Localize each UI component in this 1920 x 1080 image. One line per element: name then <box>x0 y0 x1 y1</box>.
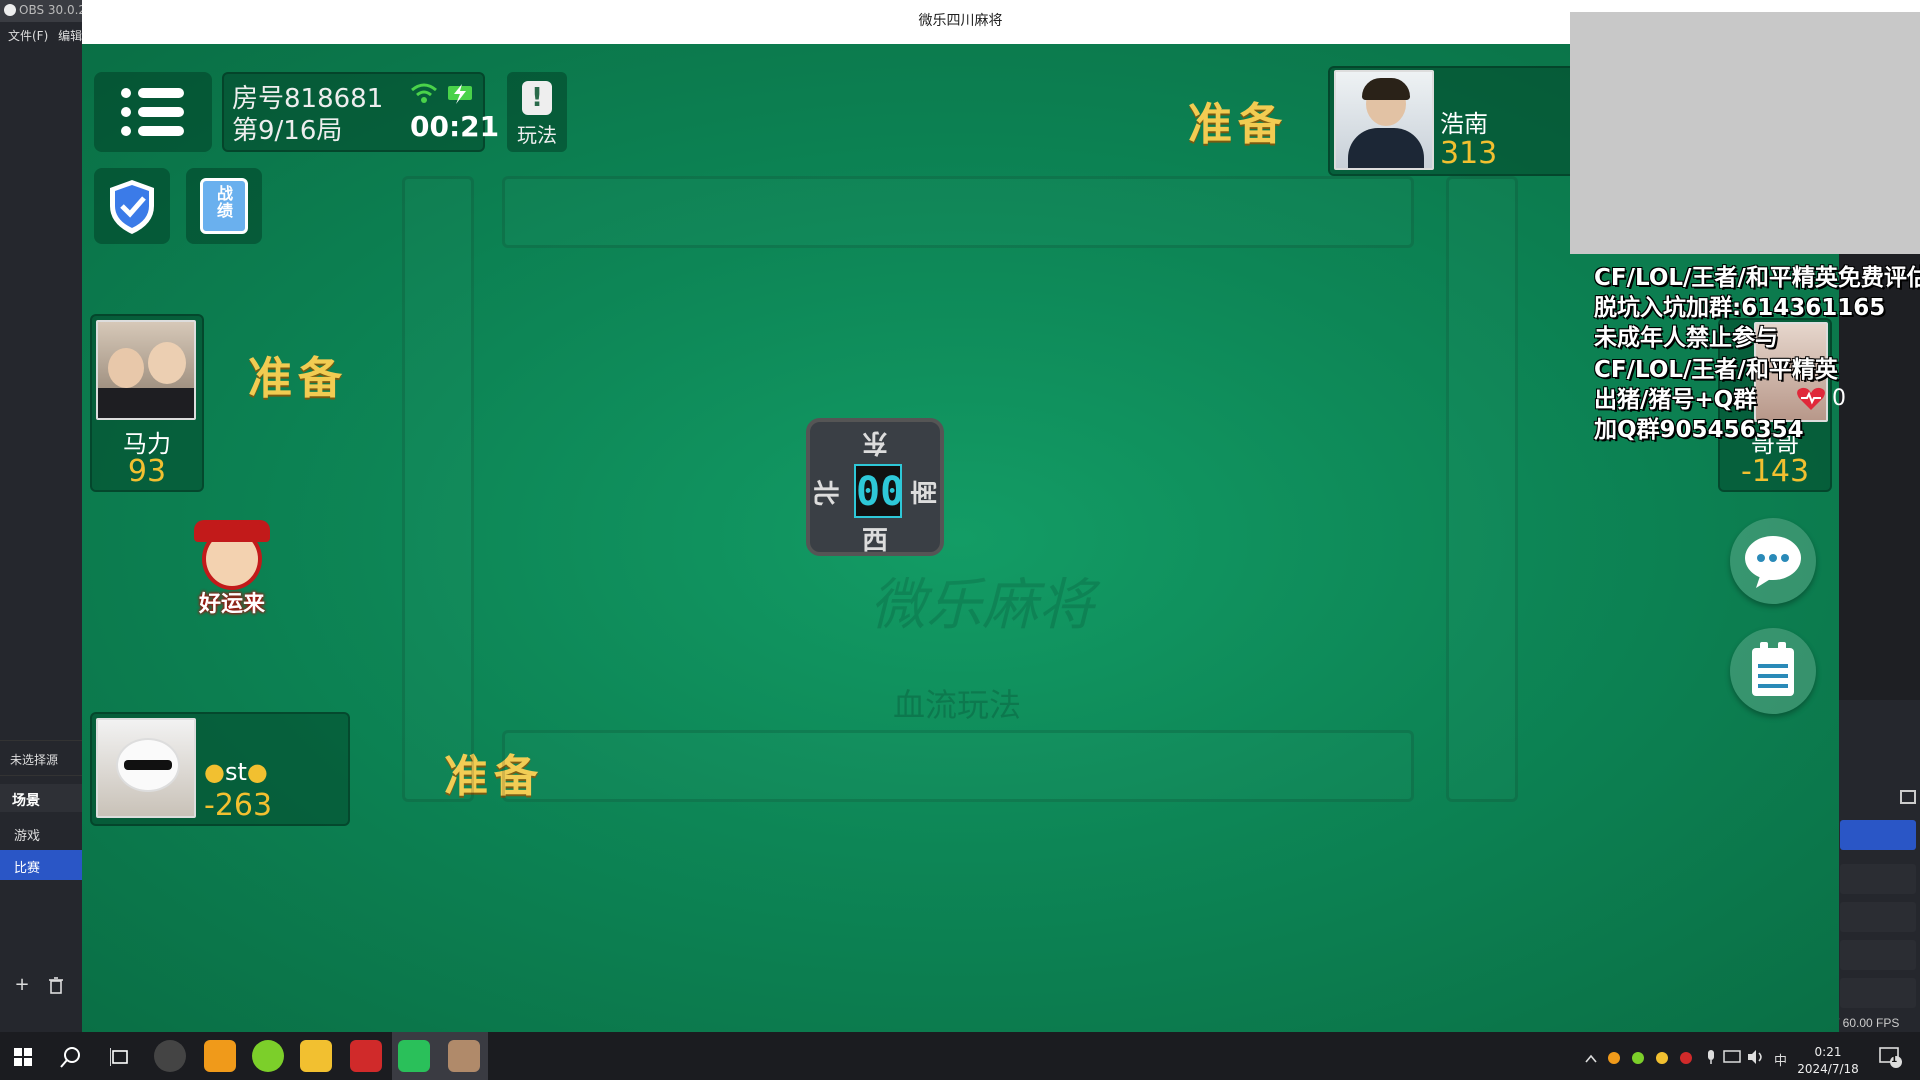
overlay-line-3: 未成年人禁止参与 <box>1594 325 1778 351</box>
control-row-active[interactable] <box>1840 820 1916 850</box>
overlay-line-2: 脱坑入坑加群:614361165 <box>1594 295 1886 321</box>
rules-button[interactable]: ! 玩法 <box>507 72 567 152</box>
ready-status-top: 准备 <box>1188 99 1288 150</box>
wind-compass: 东 西 北 南 00 <box>806 418 944 556</box>
tile-lane-left <box>402 176 474 802</box>
sunglasses-icon <box>124 760 172 770</box>
overlay-line-6: 加Q群905456354 <box>1594 417 1804 443</box>
compass-south: 南 <box>910 479 941 506</box>
rules-label: 玩法 <box>517 123 557 147</box>
lucky-label: 好运来 <box>198 592 265 617</box>
player-score-left: 93 <box>127 454 167 489</box>
obs-app-title: OBS 30.0.2 <box>0 0 82 22</box>
menu-file[interactable]: 文件(F) <box>8 29 48 43</box>
overlay-line-1: CF/LOL/王者/和平精英免费评估 <box>1594 265 1920 291</box>
overlay-line-4: CF/LOL/王者/和平精英 <box>1594 357 1838 383</box>
control-row[interactable] <box>1840 864 1916 894</box>
tile-lane-right <box>1446 176 1518 802</box>
round-counter: 第9/16局 <box>232 116 343 146</box>
obs-taskbar-icon[interactable] <box>154 1040 186 1072</box>
clipboard-icon: 战绩 <box>200 178 248 234</box>
system-tray-icons[interactable] <box>1706 1048 1768 1066</box>
avatar-hair <box>1362 78 1410 100</box>
player-name-top: 浩南 <box>1440 110 1488 138</box>
scene-item-match[interactable]: 比赛 <box>0 850 82 880</box>
scene-item-game[interactable]: 游戏 <box>0 818 82 848</box>
heart-icon <box>1796 386 1826 412</box>
browser-taskbar-icon[interactable] <box>204 1040 236 1072</box>
chat-bubble-icon <box>1745 536 1801 588</box>
avatar-face <box>148 342 186 384</box>
notes-button[interactable] <box>1730 628 1816 714</box>
ready-status-left: 准备 <box>248 353 348 404</box>
tray-icons[interactable] <box>1584 1050 1704 1066</box>
delete-scene-icon[interactable] <box>44 974 68 998</box>
app-taskbar-icon[interactable] <box>252 1040 284 1072</box>
avatar-face <box>108 348 144 388</box>
heart-count: 0 <box>1832 386 1846 411</box>
record-label: 战绩 <box>216 184 233 220</box>
security-button[interactable] <box>94 168 170 244</box>
shield-icon <box>110 180 154 234</box>
avatar-clothes <box>98 388 194 418</box>
avatar[interactable] <box>1334 70 1434 170</box>
overlay-line-5: 出猪/猪号+Q群 <box>1594 387 1757 413</box>
record-button[interactable]: 战绩 <box>186 168 262 244</box>
tile-count: 00 <box>854 464 904 518</box>
control-row[interactable] <box>1840 978 1916 1008</box>
task-view-icon[interactable] <box>110 1048 130 1066</box>
menu-button[interactable] <box>94 72 212 152</box>
chat-button[interactable] <box>1730 518 1816 604</box>
scenes-header: 场景 <box>0 784 82 812</box>
player-score-top: 313 <box>1440 136 1498 171</box>
info-icon: ! <box>522 81 552 115</box>
menu-icon <box>121 88 184 136</box>
control-row[interactable] <box>1840 902 1916 932</box>
window-controls <box>1836 0 1920 12</box>
ime-indicator[interactable]: 中 <box>1774 1050 1787 1069</box>
mahjong-taskbar-icon[interactable] <box>448 1040 480 1072</box>
tile-lane-top <box>502 176 1414 248</box>
player-score-right: -143 <box>1740 454 1810 489</box>
webcam-overlay <box>1570 12 1920 254</box>
compass-north: 北 <box>809 479 840 506</box>
avatar[interactable] <box>96 718 196 818</box>
taskbar-clock[interactable]: 0:21 2024/7/18 <box>1788 1044 1868 1078</box>
obs-logo-icon <box>4 4 16 16</box>
compass-west: 西 <box>862 526 889 556</box>
no-source-label: 未选择源 <box>0 740 82 776</box>
windows-start-icon[interactable] <box>14 1048 32 1066</box>
dock-float-icon[interactable] <box>1900 790 1916 804</box>
fortune-hat <box>194 520 270 542</box>
player-name-bottom-text: st <box>224 758 247 786</box>
wechat-taskbar-icon[interactable] <box>398 1040 430 1072</box>
wifi-battery-icons <box>411 83 472 104</box>
menu-edit[interactable]: 编辑 <box>58 29 82 43</box>
search-icon[interactable] <box>60 1046 82 1068</box>
player-name-bottom: ●st● <box>204 758 268 786</box>
player-score-bottom: -263 <box>204 788 273 823</box>
avatar[interactable] <box>96 320 196 420</box>
wps-taskbar-icon[interactable] <box>350 1040 382 1072</box>
timer: 00:21 <box>410 110 500 143</box>
notification-count: 1 <box>1891 1055 1898 1065</box>
table-watermark: 微乐麻将 <box>870 573 1094 638</box>
avatar-suit <box>1348 128 1424 168</box>
obs-menubar: 文件(F) 编辑 <box>0 24 82 46</box>
game-mode-label: 血流玩法 <box>892 686 1021 724</box>
clock-date: 2024/7/18 <box>1797 1062 1859 1076</box>
notepad-icon <box>1752 642 1794 696</box>
clock-time: 0:21 <box>1814 1045 1842 1059</box>
fps-readout: / 60.00 FPS <box>1836 1016 1900 1030</box>
add-scene-icon[interactable]: + <box>10 974 34 998</box>
lucky-badge[interactable]: 好运来 <box>184 520 280 620</box>
compass-east: 东 <box>862 427 889 457</box>
control-row[interactable] <box>1840 940 1916 970</box>
obs-title-text: OBS 30.0.2 <box>19 3 82 17</box>
game-taskbar-icon[interactable] <box>300 1040 332 1072</box>
notification-icon[interactable] <box>1878 1046 1902 1068</box>
tile-lane-bottom <box>502 730 1414 802</box>
